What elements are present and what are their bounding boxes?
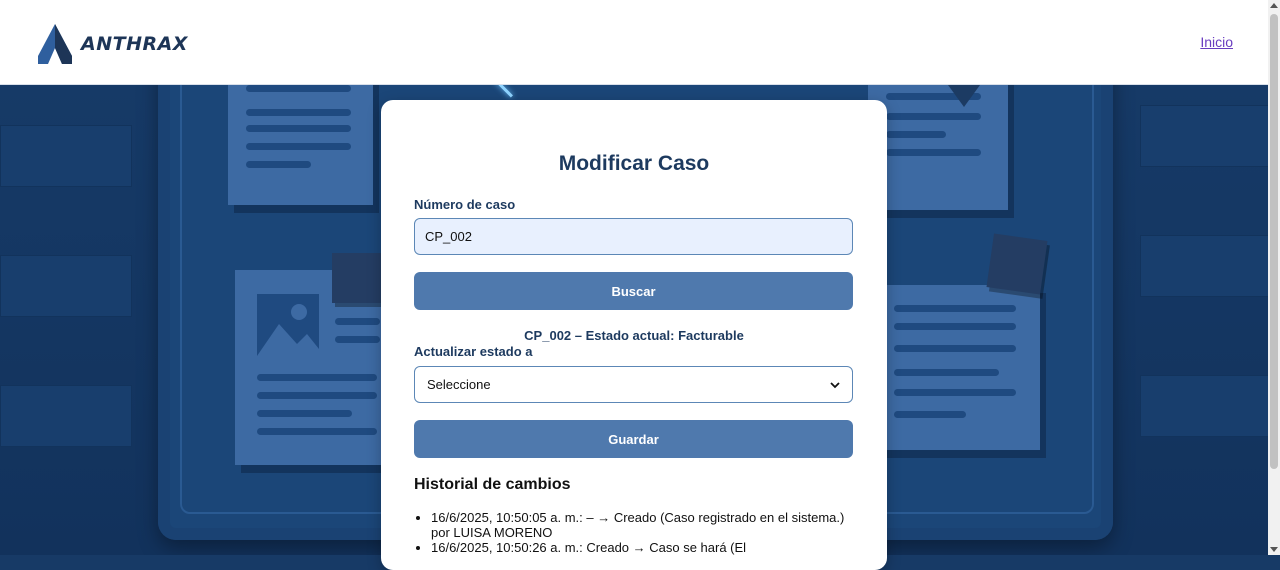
top-header: ANTHRAX Inicio (0, 0, 1268, 85)
history-list: 16/6/2025, 10:50:05 a. m.: – → Creado (C… (414, 510, 851, 555)
modify-case-card: Modificar Caso Número de caso Buscar CP_… (381, 100, 887, 570)
case-number-label: Número de caso (414, 197, 516, 212)
save-button[interactable]: Guardar (414, 420, 853, 458)
current-status-text: CP_002 – Estado actual: Facturable (524, 328, 744, 343)
history-title: Historial de cambios (414, 476, 571, 493)
history-item: 16/6/2025, 10:50:05 a. m.: – → Creado (C… (431, 510, 851, 540)
brand-name: ANTHRAX (81, 33, 188, 55)
image-placeholder-icon (257, 294, 319, 356)
search-button[interactable]: Buscar (414, 272, 853, 310)
status-select[interactable]: Seleccione (414, 366, 853, 403)
history-item: 16/6/2025, 10:50:26 a. m.: Creado → Caso… (431, 540, 851, 555)
case-number-input[interactable] (414, 218, 853, 255)
status-select-value: Seleccione (427, 377, 491, 392)
update-status-label: Actualizar estado a (414, 344, 533, 359)
scroll-down-arrow-icon[interactable] (1270, 547, 1278, 552)
scroll-up-arrow-icon[interactable] (1270, 3, 1278, 8)
page-scrollbar[interactable] (1268, 0, 1280, 555)
brand-logo[interactable]: ANTHRAX (38, 24, 188, 64)
chevron-down-icon (830, 381, 840, 388)
nav-link-inicio[interactable]: Inicio (1200, 34, 1233, 50)
page-title: Modificar Caso (558, 152, 710, 175)
scroll-thumb[interactable] (1270, 14, 1278, 469)
anthrax-logo-icon (38, 24, 72, 64)
